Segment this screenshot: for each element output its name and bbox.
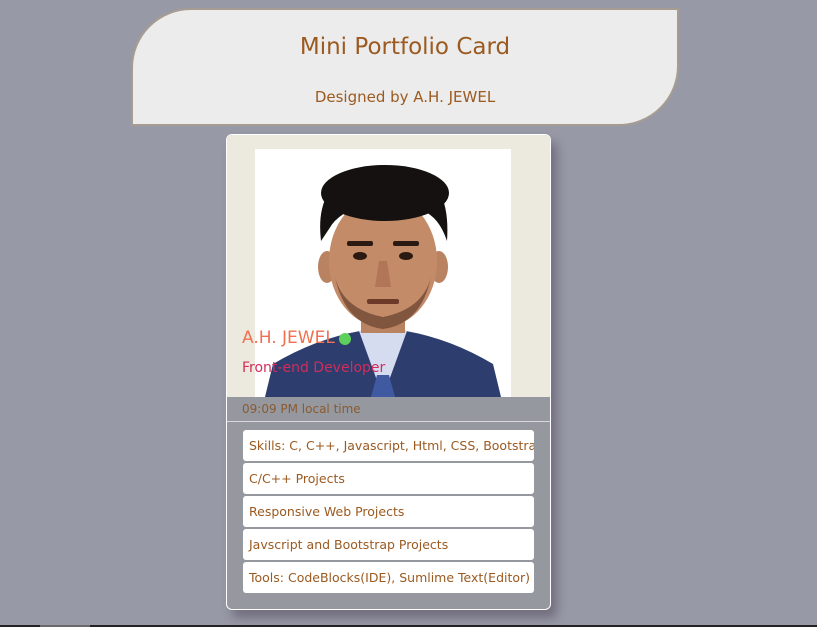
page-title: Mini Portfolio Card <box>299 34 511 60</box>
list-item-skills[interactable]: Skills: C, C++, Javascript, Html, CSS, B… <box>243 430 534 461</box>
list-item-tools[interactable]: Tools: CodeBlocks(IDE), Sumlime Text(Edi… <box>243 562 534 593</box>
page-subtitle: Designed by A.H. JEWEL <box>314 88 496 106</box>
profile-name: A.H. JEWEL <box>242 328 335 348</box>
portfolio-card: A.H. JEWEL Front-end Developer 09:09 PM … <box>226 134 551 610</box>
local-time-bar: 09:09 PM local time <box>227 397 550 422</box>
photo-area: A.H. JEWEL Front-end Developer <box>227 135 550 397</box>
list-item-c-projects[interactable]: C/C++ Projects <box>243 463 534 494</box>
online-status-dot <box>339 333 351 345</box>
local-time: 09:09 PM local time <box>242 402 361 416</box>
header-banner: Mini Portfolio Card Designed by A.H. JEW… <box>131 8 679 126</box>
profile-role: Front-end Developer <box>242 360 386 376</box>
portfolio-list: Skills: C, C++, Javascript, Html, CSS, B… <box>243 430 534 595</box>
list-item-responsive-projects[interactable]: Responsive Web Projects <box>243 496 534 527</box>
list-item-js-bootstrap-projects[interactable]: Javscript and Bootstrap Projects <box>243 529 534 560</box>
